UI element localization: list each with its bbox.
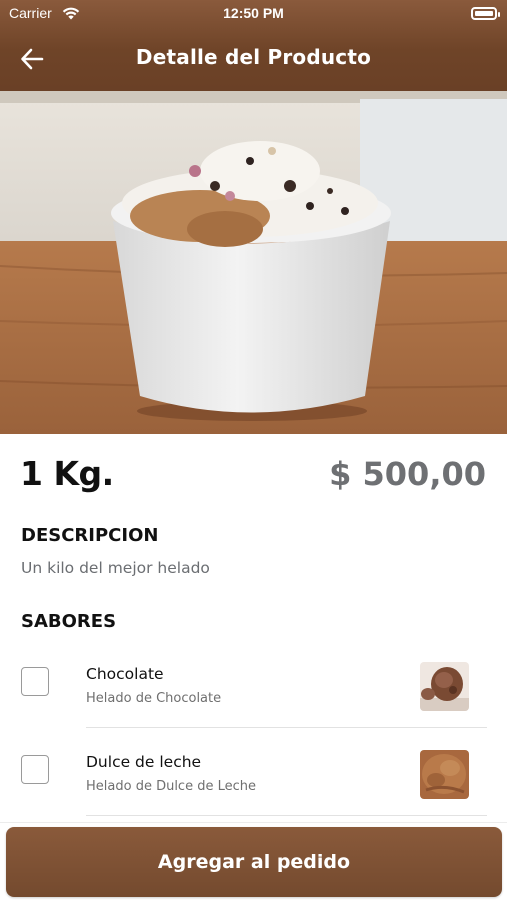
dulce-de-leche-ice-cream-thumb bbox=[420, 750, 469, 799]
description-text: Un kilo del mejor helado bbox=[21, 559, 210, 577]
product-image bbox=[0, 91, 507, 434]
flavor-subtitle: Helado de Chocolate bbox=[86, 691, 222, 706]
product-price: $ 500,00 bbox=[329, 455, 486, 493]
flavor-checkbox[interactable] bbox=[21, 667, 49, 696]
description-heading: DESCRIPCION bbox=[21, 525, 159, 546]
flavor-list: Chocolate Helado de Chocolate Dulce de l… bbox=[0, 640, 507, 816]
status-bar: Carrier 12:50 PM bbox=[0, 0, 507, 28]
add-to-order-button[interactable]: Agregar al pedido bbox=[6, 827, 502, 897]
navigation-bar: Detalle del Producto bbox=[0, 28, 507, 91]
battery-level bbox=[475, 11, 493, 16]
product-name: 1 Kg. bbox=[20, 454, 114, 493]
flavor-item-dulce-de-leche[interactable]: Dulce de leche Helado de Dulce de Leche bbox=[0, 728, 507, 816]
header: Carrier 12:50 PM Detalle del Producto bbox=[0, 0, 507, 91]
battery-icon bbox=[471, 7, 500, 20]
flavor-subtitle: Helado de Dulce de Leche bbox=[86, 779, 256, 794]
flavors-heading: SABORES bbox=[21, 611, 117, 632]
list-divider bbox=[86, 815, 487, 816]
flavor-item-chocolate[interactable]: Chocolate Helado de Chocolate bbox=[0, 640, 507, 728]
clock: 12:50 PM bbox=[223, 5, 284, 21]
flavor-name: Dulce de leche bbox=[86, 753, 202, 771]
chocolate-ice-cream-thumb bbox=[420, 662, 469, 711]
ice-cream-cup-photo bbox=[0, 91, 507, 434]
flavor-name: Chocolate bbox=[86, 665, 164, 683]
flavor-checkbox[interactable] bbox=[21, 755, 49, 784]
bottom-bar: Agregar al pedido bbox=[0, 822, 507, 900]
page-title: Detalle del Producto bbox=[135, 45, 372, 69]
